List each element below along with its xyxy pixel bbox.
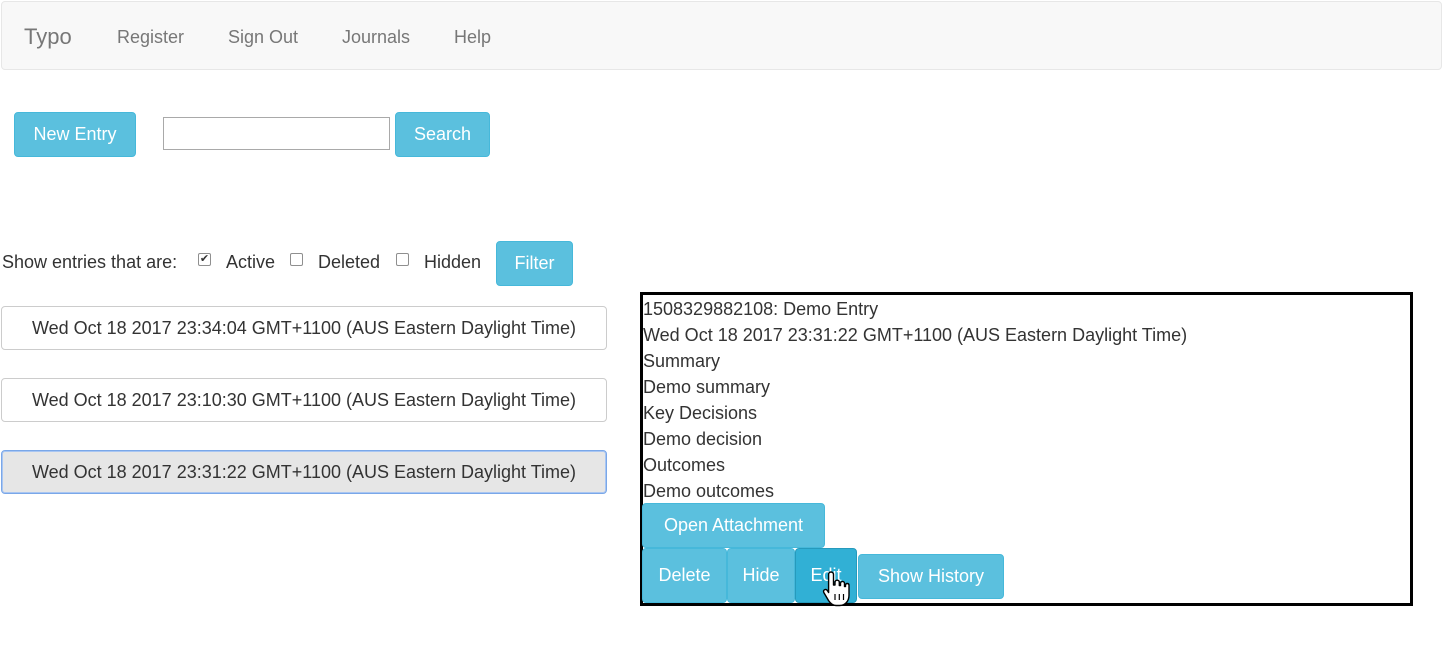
decisions-text: Demo decision (643, 429, 763, 449)
delete-button[interactable]: Delete (642, 548, 727, 603)
decisions-heading: Key Decisions (643, 403, 758, 423)
open-attachment-button[interactable]: Open Attachment (642, 503, 825, 548)
entry-detail-panel: 1508329882108: Demo Entry Wed Oct 18 201… (640, 292, 1413, 606)
search-input[interactable] (163, 117, 390, 150)
show-history-button[interactable]: Show History (858, 554, 1004, 599)
summary-text: Demo summary (643, 377, 771, 397)
summary-heading: Summary (643, 351, 721, 371)
entry-list-item[interactable]: Wed Oct 18 2017 23:10:30 GMT+1100 (AUS E… (1, 378, 607, 422)
hand-pointer-icon (822, 571, 850, 607)
outcomes-heading: Outcomes (643, 455, 726, 475)
entry-list-item[interactable]: Wed Oct 18 2017 23:34:04 GMT+1100 (AUS E… (1, 306, 607, 350)
nav-register-link[interactable]: Register (117, 26, 184, 48)
active-label: Active (226, 252, 276, 272)
checkmark-icon: ✔ (199, 253, 210, 265)
entry-list-item-selected[interactable]: Wed Oct 18 2017 23:31:22 GMT+1100 (AUS E… (1, 450, 607, 494)
hidden-label: Hidden (424, 252, 482, 272)
navbar: Typo Register Sign Out Journals Help (1, 1, 1442, 70)
entry-date: Wed Oct 18 2017 23:31:22 GMT+1100 (AUS E… (643, 325, 1188, 345)
search-button[interactable]: Search (395, 112, 490, 157)
deleted-checkbox[interactable] (290, 253, 303, 266)
active-checkbox[interactable]: ✔ (198, 253, 211, 266)
hide-button[interactable]: Hide (727, 548, 795, 603)
nav-sign-out-link[interactable]: Sign Out (228, 26, 298, 48)
new-entry-button[interactable]: New Entry (14, 112, 136, 157)
deleted-label: Deleted (318, 252, 381, 272)
filter-prompt: Show entries that are: (2, 252, 178, 272)
entry-title: 1508329882108: Demo Entry (643, 299, 879, 319)
nav-help-link[interactable]: Help (454, 26, 491, 48)
nav-journals-link[interactable]: Journals (342, 26, 410, 48)
brand-logo[interactable]: Typo (24, 24, 72, 50)
filter-button[interactable]: Filter (496, 241, 573, 286)
hidden-checkbox[interactable] (396, 253, 409, 266)
outcomes-text: Demo outcomes (643, 481, 775, 501)
